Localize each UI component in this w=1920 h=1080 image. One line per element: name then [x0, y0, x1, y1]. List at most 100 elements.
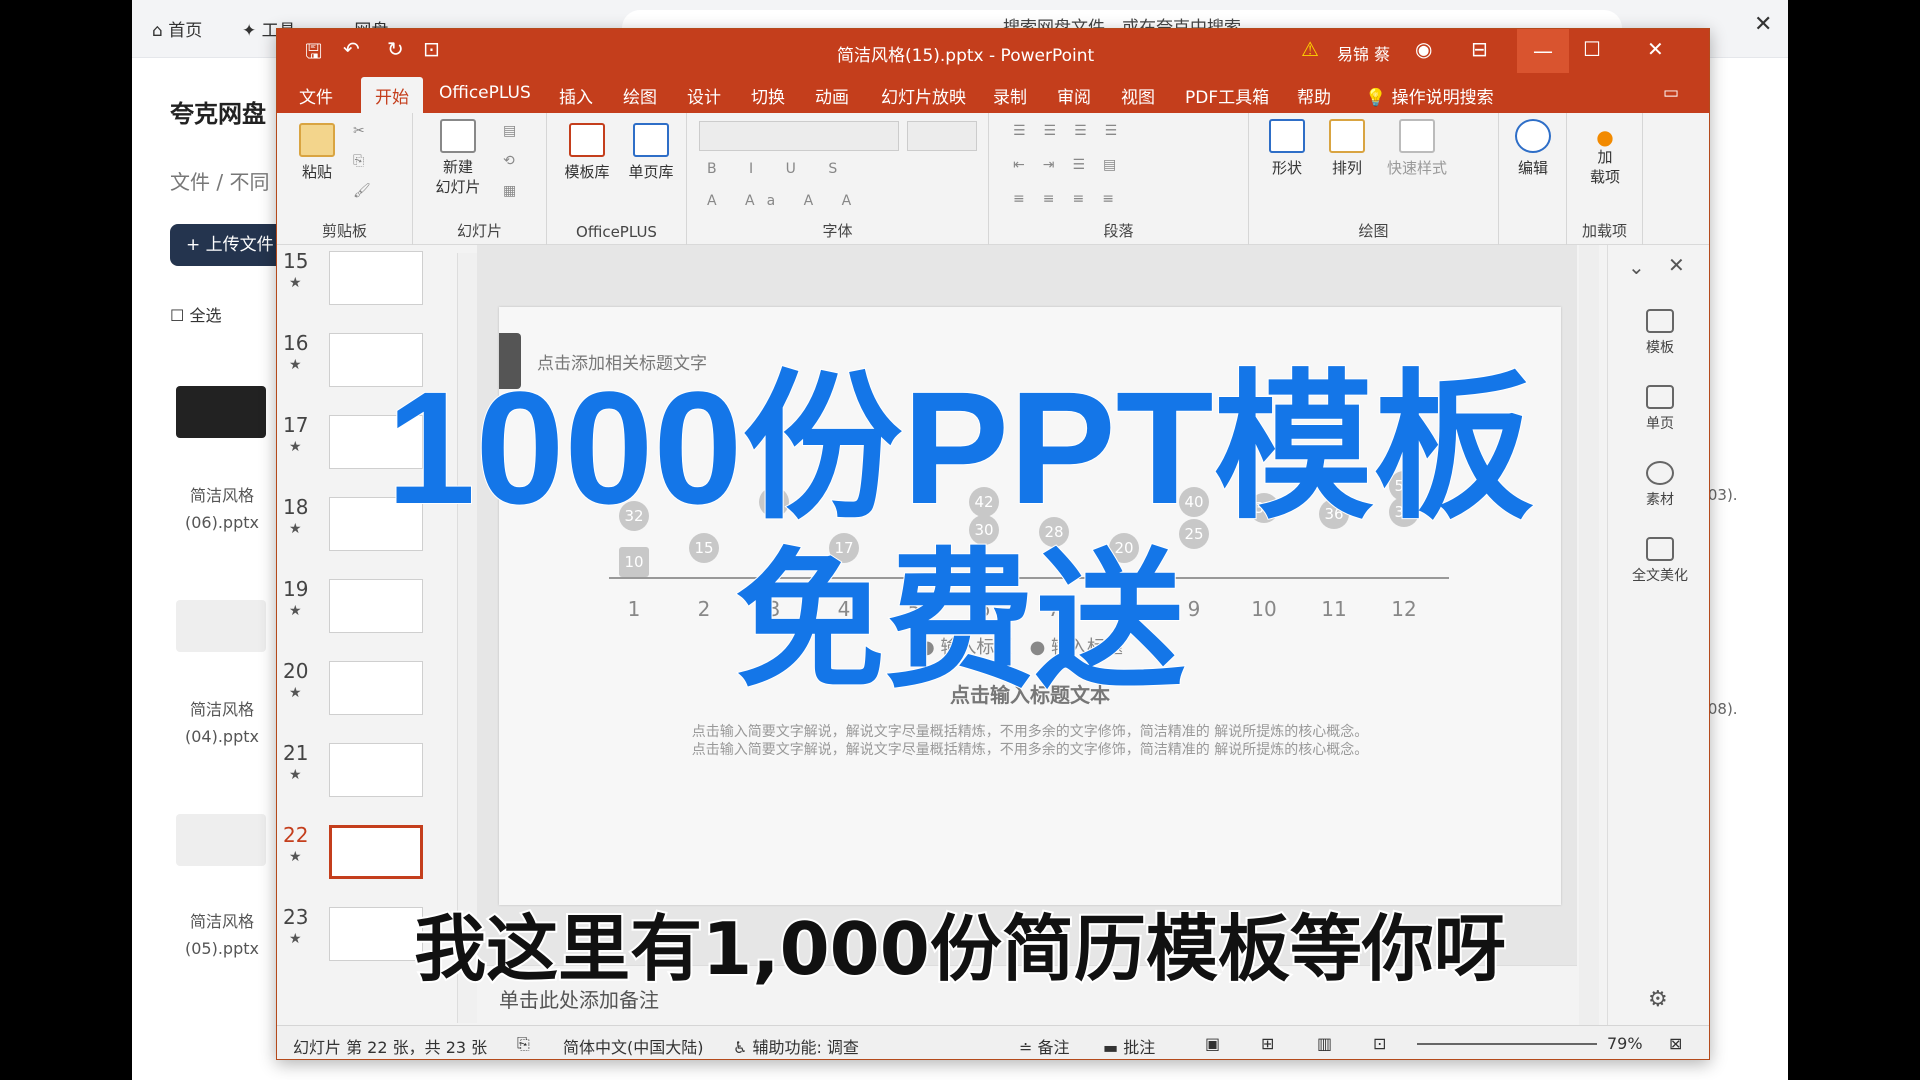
- notes-toggle[interactable]: ≐ 备注: [1019, 1034, 1070, 1058]
- shapes-icon: [1269, 119, 1305, 153]
- indent-icons[interactable]: ⇤⇥☰▤: [1013, 157, 1134, 173]
- addins-button[interactable]: ● 加 载项: [1577, 127, 1633, 187]
- accessibility-label: 辅助功能: 调查: [752, 1038, 859, 1057]
- comments-label: 批注: [1123, 1038, 1156, 1057]
- search-icon: [1515, 119, 1551, 153]
- group-slides: 新建 幻灯片 ▤ ⟲ ▦ 幻灯片: [413, 113, 547, 245]
- format-painter-icon[interactable]: 🖌: [353, 183, 371, 199]
- group-officeplus: 模板库 单页库 OfficePLUS: [547, 113, 687, 245]
- new-slide-icon: [440, 119, 476, 153]
- quick-styles-button[interactable]: 快速样式: [1379, 119, 1455, 178]
- tab-home[interactable]: 开始: [361, 77, 423, 113]
- reset-icon[interactable]: ⟲: [503, 153, 515, 169]
- cut-icon[interactable]: ✂: [353, 123, 365, 139]
- panel-templates[interactable]: 模板: [1608, 309, 1709, 357]
- tab-draw[interactable]: 绘图: [623, 83, 657, 108]
- slideshow-icon[interactable]: ⊡: [1373, 1034, 1386, 1053]
- accessibility-status[interactable]: ♿ 辅助功能: 调查: [733, 1034, 859, 1058]
- normal-view-icon[interactable]: ▣: [1205, 1034, 1220, 1053]
- select-all-checkbox[interactable]: ☐ 全选: [170, 302, 221, 326]
- font-size-select[interactable]: [907, 121, 977, 151]
- group-label: 字体: [822, 222, 853, 240]
- redo-icon[interactable]: ↻: [387, 37, 404, 61]
- group-edit: 编辑: [1499, 113, 1567, 245]
- tab-file[interactable]: 文件: [299, 83, 333, 108]
- save-icon[interactable]: 🖫: [305, 37, 322, 71]
- warning-icon[interactable]: ⚠: [1301, 37, 1319, 61]
- tab-home-label: 首页: [168, 21, 203, 41]
- tab-help[interactable]: 帮助: [1297, 83, 1331, 108]
- file-name[interactable]: 简洁风格(04).pptx: [162, 696, 282, 750]
- shapes-button[interactable]: 形状: [1261, 119, 1313, 178]
- avatar[interactable]: ◉: [1415, 37, 1432, 61]
- zoom-slider[interactable]: [1417, 1043, 1597, 1045]
- tab-officeplus[interactable]: OfficePLUS: [439, 83, 531, 103]
- tab-transitions[interactable]: 切换: [751, 83, 785, 108]
- slide-thumbnail[interactable]: 21 ★: [277, 741, 467, 823]
- app-title: 夸克网盘: [170, 100, 266, 128]
- font-format-icons[interactable]: B I U S: [707, 161, 851, 177]
- present-icon[interactable]: ⊡: [423, 37, 440, 61]
- comments-toggle[interactable]: ▬ 批注: [1103, 1034, 1155, 1058]
- arrange-button[interactable]: 排列: [1321, 119, 1373, 178]
- ribbon: 粘贴 ✂ ⎘ 🖌 剪贴板 新建 幻灯片 ▤ ⟲ ▦ 幻灯片 模板库 单页库 Of…: [277, 113, 1709, 245]
- close-icon[interactable]: ✕: [1668, 253, 1685, 277]
- tab-animations[interactable]: 动画: [815, 83, 849, 108]
- tab-insert[interactable]: 插入: [559, 83, 593, 108]
- minimize-button[interactable]: —: [1517, 29, 1569, 73]
- reading-view-icon[interactable]: ▥: [1317, 1034, 1332, 1053]
- overlay-subtitle: 我这里有1,000份简历模板等你呀: [412, 905, 1508, 993]
- group-drawing: 形状 排列 快速样式 绘图: [1249, 113, 1499, 245]
- maximize-button[interactable]: ☐: [1583, 37, 1601, 61]
- tab-view[interactable]: 视图: [1121, 83, 1155, 108]
- tab-record[interactable]: 录制: [993, 83, 1027, 108]
- font-name-select[interactable]: [699, 121, 899, 151]
- slide-body-text[interactable]: 点击输入简要文字解说，解说文字尽量概括精炼，不用多余的文字修饰，简洁精准的 解说…: [499, 739, 1561, 759]
- chevron-down-icon[interactable]: ⌄: [1628, 255, 1645, 279]
- spellcheck-icon[interactable]: ⎘: [517, 1034, 530, 1054]
- tell-me-search[interactable]: 💡 操作说明搜索: [1365, 83, 1494, 108]
- new-slide-label: 新建 幻灯片: [435, 158, 481, 196]
- tab-review[interactable]: 审阅: [1057, 83, 1091, 108]
- overlay-headline: 1000份PPT模板: [385, 358, 1534, 537]
- template-icon: [569, 123, 605, 157]
- language[interactable]: 简体中文(中国大陆): [563, 1034, 704, 1058]
- tab-design[interactable]: 设计: [687, 83, 721, 108]
- ribbon-display-icon[interactable]: ⊟: [1471, 37, 1488, 61]
- section-icon[interactable]: ▦: [503, 183, 516, 199]
- copy-icon[interactable]: ⎘: [353, 153, 364, 169]
- addins-label: 加 载项: [1589, 148, 1620, 186]
- edit-button[interactable]: 编辑: [1509, 119, 1557, 178]
- paste-button[interactable]: 粘贴: [291, 123, 343, 182]
- single-lib-button[interactable]: 单页库: [621, 123, 681, 182]
- browser-close-icon[interactable]: ✕: [1754, 12, 1772, 37]
- group-label: 剪贴板: [321, 222, 367, 240]
- list-icons[interactable]: ☰☰☰☰: [1013, 123, 1135, 139]
- align-icons[interactable]: ≡≡≡≡: [1013, 191, 1132, 207]
- slide-count[interactable]: 幻灯片 第 22 张，共 23 张: [293, 1034, 487, 1058]
- group-clipboard: 粘贴 ✂ ⎘ 🖌 剪贴板: [277, 113, 413, 245]
- template-icon: [1646, 309, 1674, 333]
- new-slide-button[interactable]: 新建 幻灯片: [423, 119, 493, 197]
- file-thumbnail[interactable]: [176, 814, 266, 866]
- slide-thumbnail[interactable]: 15 ★: [277, 249, 467, 331]
- comments-icon[interactable]: ▭: [1663, 83, 1679, 103]
- slide-sorter-icon[interactable]: ⊞: [1261, 1034, 1274, 1053]
- fit-slide-icon[interactable]: ⊠: [1669, 1034, 1682, 1053]
- tab-pdf-tools[interactable]: PDF工具箱: [1185, 83, 1269, 108]
- close-button[interactable]: ✕: [1647, 37, 1664, 61]
- font-color-icons[interactable]: A Aa A A: [707, 193, 863, 209]
- breadcrumb[interactable]: 文件 / 不同: [170, 166, 269, 195]
- tab-home[interactable]: ⌂ 首页: [152, 16, 202, 41]
- slide-number: 16: [283, 331, 309, 355]
- zoom-level[interactable]: 79%: [1607, 1034, 1643, 1053]
- tab-slideshow[interactable]: 幻灯片放映: [881, 83, 966, 108]
- template-lib-button[interactable]: 模板库: [557, 123, 617, 182]
- template-lib-label: 模板库: [564, 163, 610, 181]
- undo-icon[interactable]: ↶: [343, 37, 360, 61]
- slide-body-text[interactable]: 点击输入简要文字解说，解说文字尽量概括精炼，不用多余的文字修饰，简洁精准的 解说…: [499, 721, 1561, 741]
- layout-icon[interactable]: ▤: [503, 123, 516, 139]
- user-name[interactable]: 易锦 蔡: [1337, 41, 1390, 65]
- star-icon: ★: [289, 849, 302, 865]
- shapes-label: 形状: [1271, 159, 1302, 177]
